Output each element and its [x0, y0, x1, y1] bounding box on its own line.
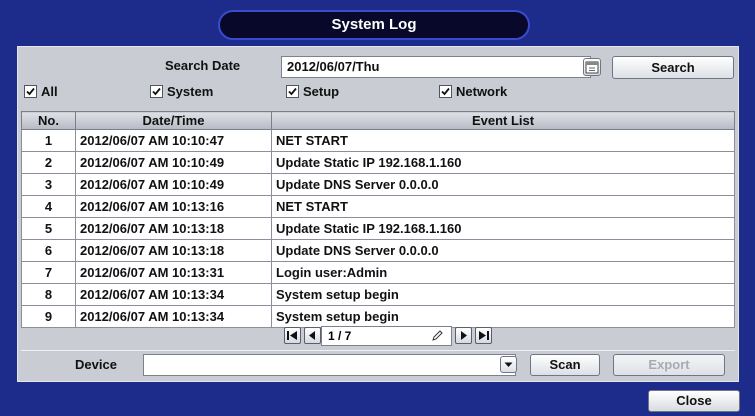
- filter-system[interactable]: System: [150, 82, 213, 100]
- row-event: NET START: [271, 129, 735, 152]
- row-datetime: 2012/06/07 AM 10:10:47: [75, 129, 272, 152]
- close-button[interactable]: Close: [648, 390, 740, 412]
- filter-setup[interactable]: Setup: [286, 82, 339, 100]
- filter-setup-label: Setup: [303, 83, 340, 99]
- calendar-button[interactable]: [583, 58, 601, 76]
- row-datetime: 2012/06/07 AM 10:13:16: [75, 195, 272, 218]
- prev-page-icon: [309, 331, 315, 340]
- checkbox-all[interactable]: [24, 84, 37, 98]
- row-datetime: 2012/06/07 AM 10:13:18: [75, 217, 272, 240]
- row-event: Update Static IP 192.168.1.160: [271, 151, 735, 174]
- device-label: Device: [75, 357, 117, 372]
- row-datetime: 2012/06/07 AM 10:10:49: [75, 173, 272, 196]
- row-event: Update DNS Server 0.0.0.0: [271, 239, 735, 262]
- row-datetime: 2012/06/07 AM 10:13:18: [75, 239, 272, 262]
- row-no: 5: [21, 217, 76, 240]
- table-row[interactable]: 4 2012/06/07 AM 10:13:16 NET START: [21, 195, 735, 218]
- row-event: System setup begin: [271, 283, 735, 306]
- checkmark-icon: [288, 87, 297, 95]
- system-log-window: System Log Search Date 2012/06/07/Thu Se…: [0, 0, 755, 416]
- filter-network-label: Network: [456, 83, 508, 99]
- next-page-icon: [461, 331, 467, 340]
- row-no: 9: [21, 305, 76, 328]
- search-button[interactable]: Search: [612, 56, 734, 79]
- filter-all[interactable]: All: [24, 82, 58, 100]
- row-datetime: 2012/06/07 AM 10:13:34: [75, 305, 272, 328]
- first-page-icon: [287, 331, 297, 340]
- row-no: 8: [21, 283, 76, 306]
- row-no: 4: [21, 195, 76, 218]
- table-row[interactable]: 2 2012/06/07 AM 10:10:49 Update Static IP …: [21, 151, 735, 174]
- column-header-event[interactable]: Event List: [271, 111, 735, 130]
- scan-button[interactable]: Scan: [530, 354, 600, 376]
- search-date-label: Search Date: [165, 58, 241, 73]
- row-event: NET START: [271, 195, 735, 218]
- checkbox-network[interactable]: [439, 84, 452, 98]
- row-no: 6: [21, 239, 76, 262]
- divider: [21, 350, 735, 351]
- row-datetime: 2012/06/07 AM 10:10:49: [75, 151, 272, 174]
- checkbox-system[interactable]: [150, 84, 163, 98]
- last-page-icon: [479, 331, 489, 340]
- table-row[interactable]: 6 2012/06/07 AM 10:13:18 Update DNS Server…: [21, 239, 735, 262]
- edit-page-icon: [432, 330, 443, 341]
- last-page-button[interactable]: [475, 327, 492, 344]
- calendar-icon: [585, 61, 599, 74]
- first-page-button[interactable]: [284, 327, 301, 344]
- row-event: Update DNS Server 0.0.0.0: [271, 173, 735, 196]
- row-no: 1: [21, 129, 76, 152]
- checkbox-setup[interactable]: [286, 84, 299, 98]
- prev-page-button[interactable]: [304, 327, 321, 344]
- filter-network[interactable]: Network: [439, 82, 507, 100]
- column-header-datetime[interactable]: Date/Time: [75, 111, 272, 130]
- row-no: 3: [21, 173, 76, 196]
- column-header-no[interactable]: No.: [21, 111, 76, 130]
- export-button[interactable]: Export: [613, 354, 725, 376]
- table-row[interactable]: 5 2012/06/07 AM 10:13:18 Update Static IP …: [21, 217, 735, 240]
- log-panel: Search Date 2012/06/07/Thu Search All Sy…: [17, 46, 739, 382]
- row-datetime: 2012/06/07 AM 10:13:31: [75, 261, 272, 284]
- device-dropdown-button[interactable]: [500, 356, 517, 373]
- device-select[interactable]: [143, 354, 516, 376]
- table-row[interactable]: 7 2012/06/07 AM 10:13:31 Login user:Admin: [21, 261, 735, 284]
- table-header-row: No. Date/Time Event List: [21, 111, 735, 130]
- dropdown-arrow-icon: [504, 362, 513, 367]
- row-event: Login user:Admin: [271, 261, 735, 284]
- row-no: 7: [21, 261, 76, 284]
- checkmark-icon: [152, 87, 161, 95]
- row-event: Update Static IP 192.168.1.160: [271, 217, 735, 240]
- row-datetime: 2012/06/07 AM 10:13:34: [75, 283, 272, 306]
- checkmark-icon: [26, 87, 35, 95]
- table-row[interactable]: 3 2012/06/07 AM 10:10:49 Update DNS Server…: [21, 173, 735, 196]
- filter-system-label: System: [167, 83, 214, 99]
- row-event: System setup begin: [271, 305, 735, 328]
- edit-page-button[interactable]: [429, 327, 446, 344]
- table-row[interactable]: 8 2012/06/07 AM 10:13:34 System setup begi…: [21, 283, 735, 306]
- search-date-field[interactable]: 2012/06/07/Thu: [281, 56, 591, 78]
- table-row[interactable]: 9 2012/06/07 AM 10:13:34 System setup begi…: [21, 305, 735, 328]
- table-row[interactable]: 1 2012/06/07 AM 10:10:47 NET START: [21, 129, 735, 152]
- next-page-button[interactable]: [455, 327, 472, 344]
- window-title: System Log: [218, 10, 530, 40]
- filter-all-label: All: [41, 83, 58, 99]
- row-no: 2: [21, 151, 76, 174]
- checkmark-icon: [441, 87, 450, 95]
- event-log-table: No. Date/Time Event List 1 2012/06/07 AM …: [21, 111, 735, 328]
